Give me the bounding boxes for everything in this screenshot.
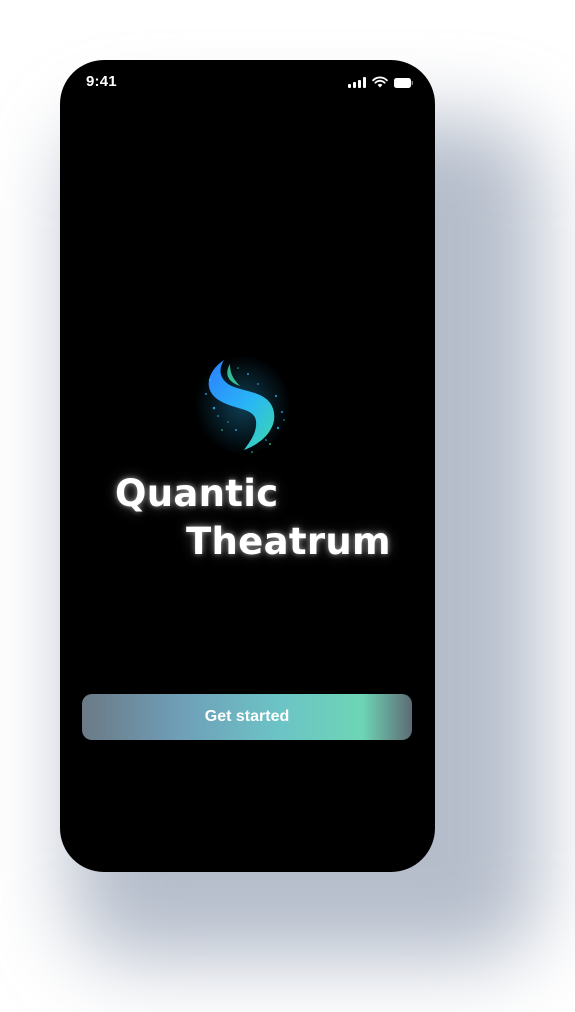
app-title-line-1: Quantic: [115, 472, 279, 515]
status-icons: [348, 74, 413, 88]
status-time: 9:41: [86, 73, 117, 90]
wave-particle-logo: [195, 355, 291, 455]
phone-screen: 9:41 Quantic Theatrum Get started: [60, 60, 435, 872]
get-started-button[interactable]: Get started: [82, 694, 412, 740]
battery-icon: [394, 78, 413, 88]
app-title-line-2: Theatrum: [186, 520, 391, 563]
wifi-icon: [372, 76, 388, 88]
mockup-stage: 9:41 Quantic Theatrum Get started: [0, 0, 575, 1012]
signal-icon: [348, 77, 366, 88]
status-bar: 9:41: [60, 60, 435, 104]
